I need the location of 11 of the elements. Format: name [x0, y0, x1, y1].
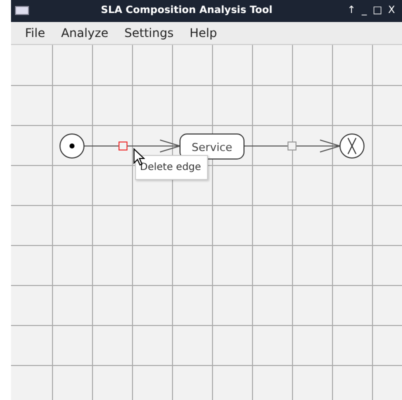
- menu-item[interactable]: Settings: [116, 24, 182, 42]
- service-label: Service: [192, 141, 232, 154]
- menu-item[interactable]: Delete edge: [136, 160, 202, 175]
- menu-item[interactable]: Analyze: [53, 24, 116, 42]
- minimize-button[interactable]: _: [358, 6, 370, 16]
- restore-button[interactable]: □: [370, 6, 386, 16]
- maximize-button[interactable]: ↑: [344, 6, 359, 16]
- menu-item[interactable]: Help: [182, 24, 225, 42]
- menu-item[interactable]: File: [17, 24, 54, 42]
- close-button[interactable]: X: [385, 6, 398, 16]
- window-title: SLA Composition Analysis Tool: [100, 4, 274, 18]
